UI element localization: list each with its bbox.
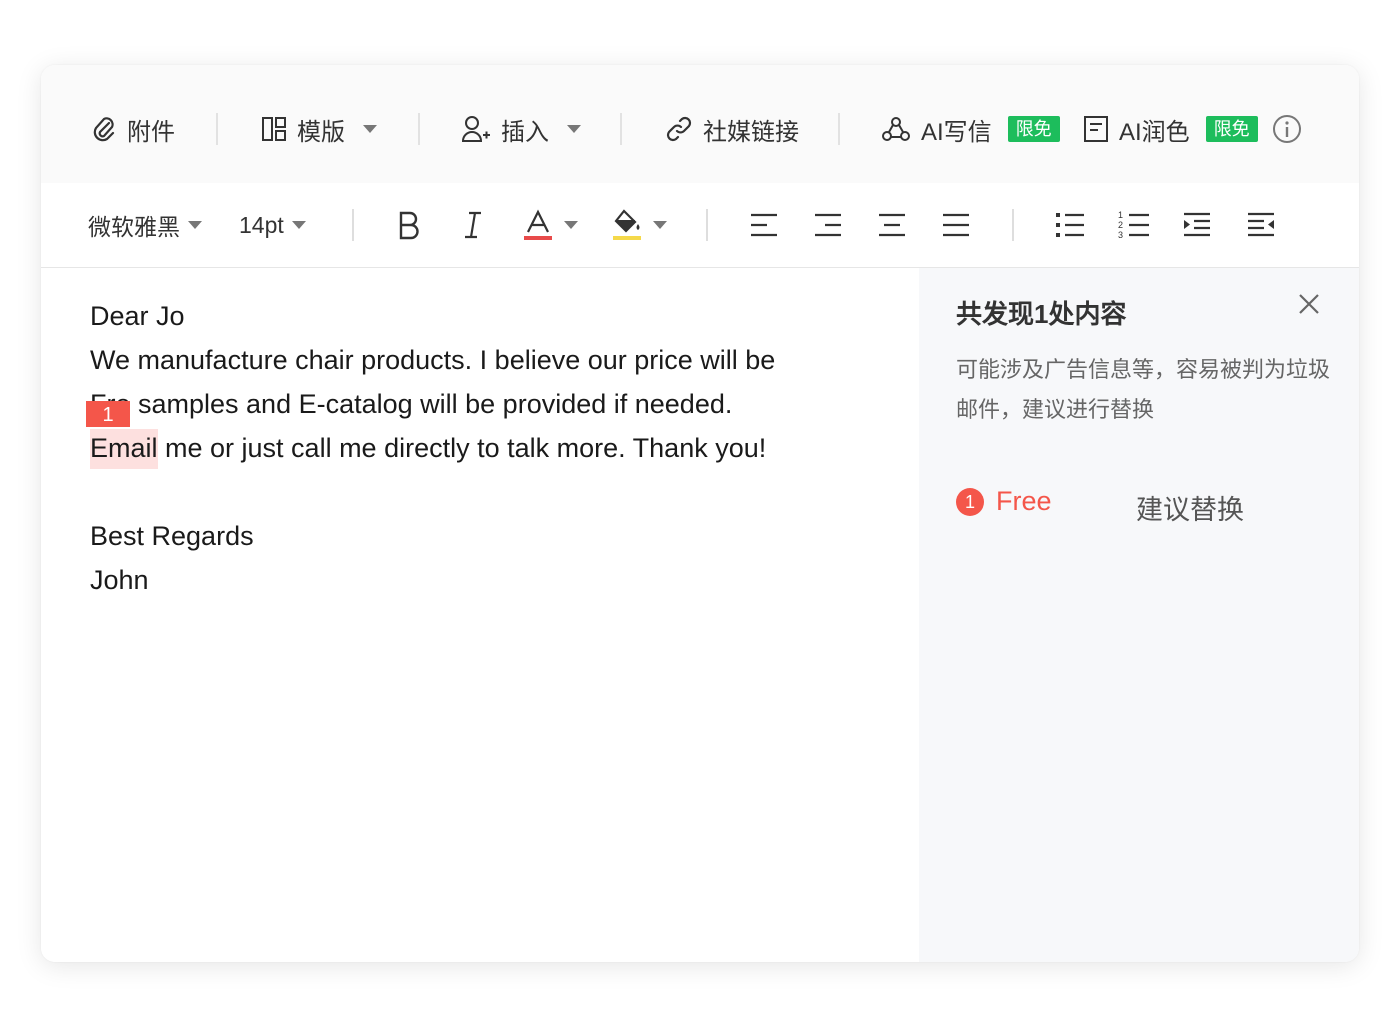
ai-polish-button[interactable]: AI润色 限免 — [1083, 111, 1302, 147]
chevron-down-icon — [564, 221, 578, 229]
document-icon — [1084, 116, 1108, 142]
email-body-editor[interactable]: Dear Jo We manufacture chair products. I… — [41, 268, 919, 962]
align-right-button[interactable] — [813, 205, 843, 245]
ai-write-button[interactable]: AI写信 限免 — [881, 111, 1060, 147]
body-line-signature: John — [90, 565, 149, 595]
font-family-value: 微软雅黑 — [88, 214, 180, 240]
svg-text:2: 2 — [1118, 220, 1123, 230]
font-size-value: 14pt — [239, 211, 284, 238]
spam-check-panel: 共发现1处内容 可能涉及广告信息等，容易被判为垃圾邮件，建议进行替换 1 Fre… — [919, 268, 1359, 962]
chevron-down-icon — [188, 221, 202, 229]
toolbar-divider — [620, 113, 622, 145]
body-line-3: Fre samples and E-catalog will be provid… — [90, 386, 732, 422]
italic-icon — [465, 211, 481, 239]
panel-title: 共发现1处内容 — [956, 299, 1127, 329]
align-right-icon — [815, 213, 841, 237]
toolbar-divider — [838, 113, 840, 145]
align-center-button[interactable] — [877, 205, 907, 245]
email-composer: 附件 模版 插入 社媒链接 AI写信 限免 AI润色 限免 微软雅黑 14pt … — [41, 65, 1359, 962]
body-line-closing: Best Regards — [90, 521, 254, 551]
chevron-down-icon — [291, 221, 306, 229]
align-center-icon — [879, 213, 905, 237]
text-color-button[interactable] — [522, 205, 578, 245]
align-left-icon — [751, 213, 777, 237]
toolbar-divider — [706, 209, 708, 241]
bullet-list-icon — [1056, 213, 1084, 237]
panel-description: 可能涉及广告信息等，容易被判为垃圾邮件，建议进行替换 — [956, 357, 1331, 422]
ai-polish-label: AI润色 — [1119, 118, 1190, 146]
paperclip-icon — [93, 117, 115, 142]
toolbar-divider — [1012, 209, 1014, 241]
issue-item[interactable]: 1 Free — [956, 486, 1052, 517]
body-line-3-rest: e samples and E-catalog will be provided… — [115, 389, 733, 419]
bullet-list-button[interactable] — [1055, 205, 1085, 245]
toolbar-divider — [352, 209, 354, 241]
layout-icon — [262, 117, 286, 141]
highlight-color-button[interactable] — [611, 205, 667, 245]
social-link-button[interactable]: 社媒链接 — [665, 111, 799, 147]
text-color-icon — [524, 209, 552, 240]
ai-nodes-icon — [882, 117, 910, 141]
font-size-select[interactable]: 14pt — [239, 205, 306, 245]
align-left-button[interactable] — [749, 205, 779, 245]
indent-icon — [1184, 212, 1210, 237]
template-button[interactable]: 模版 — [261, 111, 377, 147]
font-family-select[interactable]: 微软雅黑 — [88, 205, 202, 245]
toolbar-divider — [216, 113, 218, 145]
toolbar-divider — [418, 113, 420, 145]
indent-button[interactable] — [1182, 205, 1212, 245]
italic-button[interactable] — [461, 205, 485, 245]
body-line-4-rest: me or just call me directly to talk more… — [157, 433, 767, 463]
issue-number-badge: 1 — [956, 487, 984, 516]
outdent-button[interactable] — [1246, 205, 1276, 245]
issue-marker[interactable]: 1 — [86, 401, 130, 427]
free-badge: 限免 — [1007, 116, 1060, 142]
format-toolbar: 微软雅黑 14pt 1 2 3 — [41, 183, 1359, 268]
social-label: 社媒链接 — [703, 118, 799, 146]
ai-write-label: AI写信 — [921, 118, 992, 146]
free-badge: 限免 — [1205, 116, 1258, 142]
paint-bucket-icon — [613, 209, 641, 240]
bold-button[interactable] — [395, 205, 423, 245]
info-icon[interactable] — [1272, 114, 1302, 144]
attach-label: 附件 — [127, 118, 175, 146]
attach-button[interactable]: 附件 — [91, 111, 175, 147]
highlighted-text[interactable]: Email — [90, 429, 158, 469]
link-icon — [666, 116, 692, 142]
suggest-replace-button[interactable]: 建议替换 — [1136, 488, 1244, 527]
svg-text:1: 1 — [1118, 210, 1123, 220]
body-line-4: Email me or just call me directly to tal… — [90, 429, 767, 469]
bold-icon — [399, 211, 419, 240]
body-line-greeting: Dear Jo — [90, 301, 185, 331]
insert-label: 插入 — [501, 118, 549, 146]
svg-text:3: 3 — [1118, 230, 1123, 240]
top-toolbar: 附件 模版 插入 社媒链接 AI写信 限免 AI润色 限免 — [41, 65, 1359, 183]
template-label: 模版 — [297, 118, 345, 146]
issue-word-link[interactable]: Free — [996, 486, 1052, 517]
chevron-down-icon — [567, 125, 581, 133]
chevron-down-icon — [653, 221, 667, 229]
insert-button[interactable]: 插入 — [461, 111, 581, 147]
chevron-down-icon — [363, 125, 377, 133]
outdent-icon — [1248, 212, 1274, 237]
align-justify-icon — [943, 213, 969, 237]
add-user-icon — [461, 116, 490, 142]
numbered-list-icon: 123 — [1118, 210, 1149, 240]
align-justify-button[interactable] — [941, 205, 971, 245]
numbered-list-button[interactable]: 123 — [1118, 205, 1150, 245]
body-line-2: We manufacture chair products. I believe… — [90, 345, 776, 375]
close-icon[interactable] — [1297, 292, 1321, 316]
